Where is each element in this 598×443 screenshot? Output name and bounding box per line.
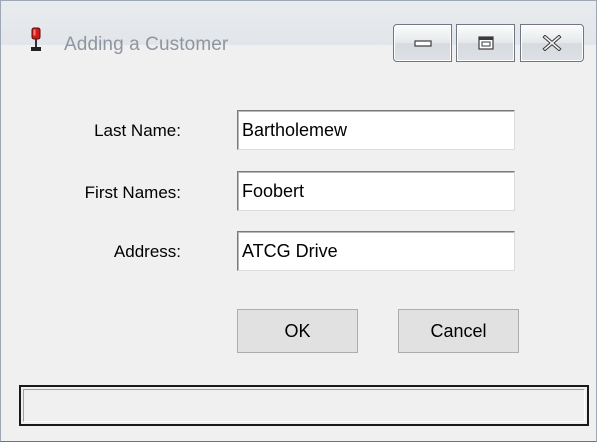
minimize-icon: [413, 40, 432, 47]
last-name-input[interactable]: [237, 110, 515, 150]
status-bar: [19, 385, 589, 426]
app-icon[interactable]: [29, 27, 43, 53]
form-area: Last Name: First Names: Address: OK Canc…: [19, 66, 581, 379]
first-names-label: First Names:: [84, 183, 181, 202]
close-icon: [542, 35, 562, 51]
maximize-button[interactable]: [456, 24, 515, 62]
ok-button[interactable]: OK: [237, 309, 358, 353]
address-label: Address:: [113, 242, 181, 261]
dialog-window: Adding a Customer Last Name: First Names…: [0, 0, 597, 442]
close-button[interactable]: [520, 24, 584, 62]
window-title: Adding a Customer: [64, 34, 229, 55]
maximize-icon: [477, 36, 494, 50]
title-bar[interactable]: Adding a Customer: [1, 1, 596, 62]
first-names-input[interactable]: [237, 171, 515, 211]
minimize-button[interactable]: [393, 24, 452, 62]
address-input[interactable]: [237, 231, 515, 271]
last-name-label: Last Name:: [94, 121, 181, 140]
cancel-button[interactable]: Cancel: [398, 309, 519, 353]
status-text: [23, 389, 585, 422]
